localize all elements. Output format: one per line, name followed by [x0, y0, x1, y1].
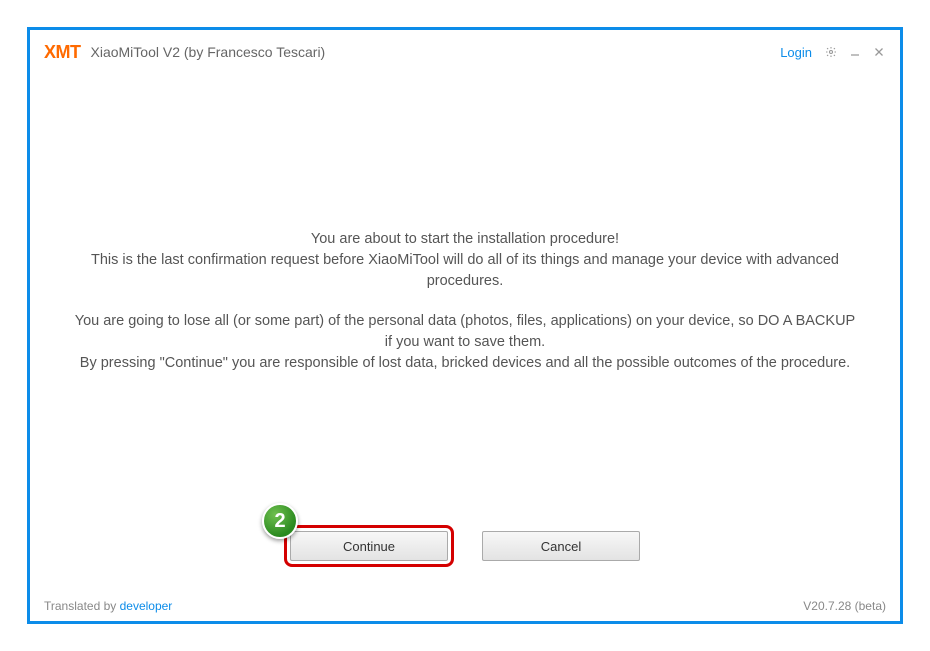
app-title: XiaoMiTool V2 (by Francesco Tescari) [91, 44, 781, 60]
cancel-button-wrap: Cancel [482, 531, 640, 561]
app-logo: XMT [44, 42, 81, 63]
button-row: 2 Continue Cancel [30, 531, 900, 561]
login-link[interactable]: Login [780, 45, 812, 60]
developer-link[interactable]: developer [120, 599, 173, 613]
continue-button-wrap: 2 Continue [290, 531, 448, 561]
app-window: XMT XiaoMiTool V2 (by Francesco Tescari)… [27, 27, 903, 624]
content-area: You are about to start the installation … [30, 70, 900, 593]
window-controls [824, 45, 886, 59]
close-icon[interactable] [872, 45, 886, 59]
titlebar: XMT XiaoMiTool V2 (by Francesco Tescari)… [30, 30, 900, 70]
message-line-4: By pressing "Continue" you are responsib… [70, 353, 860, 374]
version-label: V20.7.28 (beta) [803, 599, 886, 613]
gear-icon[interactable] [824, 45, 838, 59]
message-line-3: You are going to lose all (or some part)… [70, 311, 860, 353]
translated-prefix: Translated by [44, 599, 120, 613]
message-line-2: This is the last confirmation request be… [70, 250, 860, 292]
continue-button[interactable]: Continue [290, 531, 448, 561]
translated-by: Translated by developer [44, 599, 172, 613]
minimize-icon[interactable] [848, 45, 862, 59]
confirmation-message: You are about to start the installation … [70, 229, 860, 373]
step-badge: 2 [262, 503, 298, 539]
cancel-button[interactable]: Cancel [482, 531, 640, 561]
footer: Translated by developer V20.7.28 (beta) [30, 593, 900, 621]
message-line-1: You are about to start the installation … [70, 229, 860, 250]
